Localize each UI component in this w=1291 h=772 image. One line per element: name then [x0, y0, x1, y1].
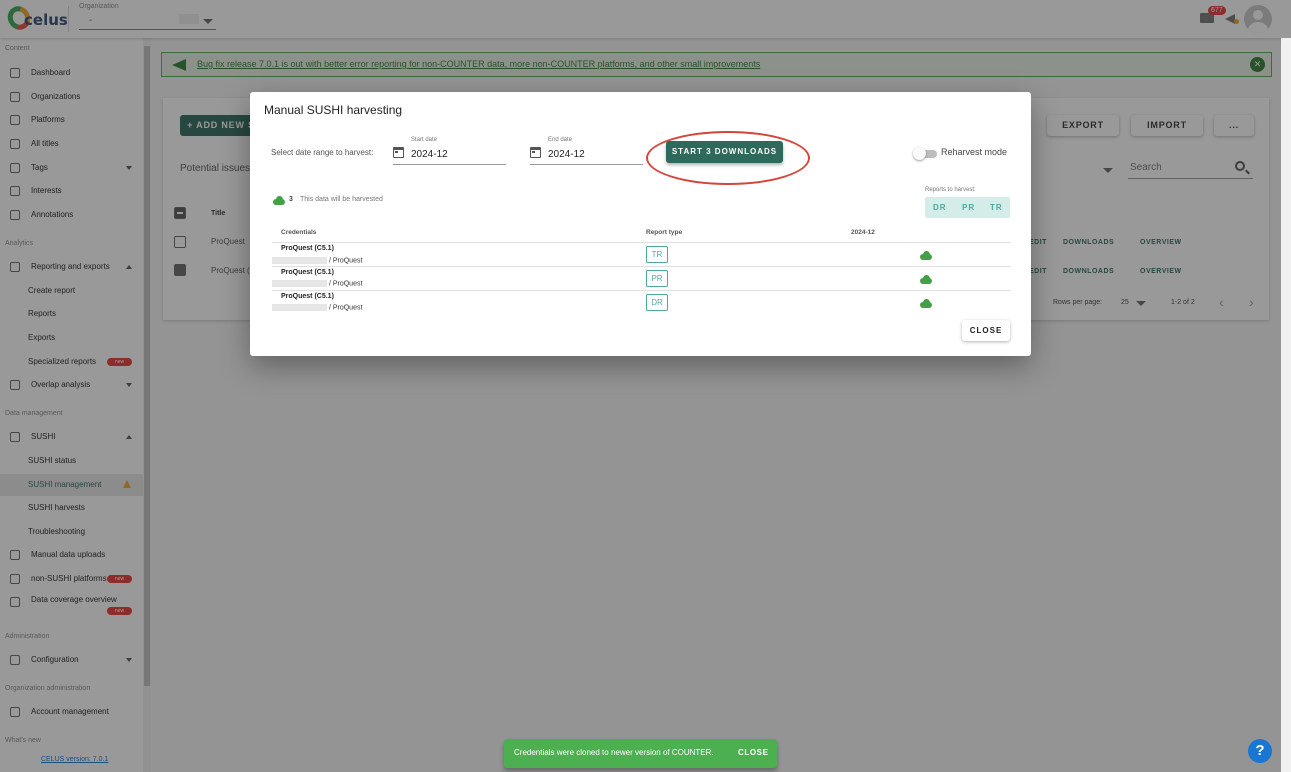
end-date-value[interactable]: 2024-12 [548, 149, 585, 160]
credential-platform: / ProQuest [328, 304, 363, 312]
harvest-count: 3 [289, 196, 293, 203]
credential-org: / ProQuest [272, 257, 362, 264]
start-date-label: Start date [411, 137, 438, 143]
manual-harvest-dialog: Manual SUSHI harvesting Select date rang… [250, 92, 1031, 356]
start-date-field[interactable]: Start date 2024-12 [393, 137, 506, 165]
cloud-download-icon [920, 299, 932, 308]
highlight-annotation [646, 131, 810, 185]
credential-platform: / ProQuest [328, 280, 363, 288]
redacted-block [272, 257, 327, 264]
dialog-close-button[interactable]: CLOSE [962, 320, 1010, 341]
cloud-download-icon [920, 275, 932, 284]
credential-name: ProQuest (C5.1) [281, 269, 334, 276]
table-divider [272, 290, 1010, 291]
report-type-badge: DR [646, 294, 668, 311]
start-date-value[interactable]: 2024-12 [411, 149, 448, 160]
end-date-label: End date [548, 137, 573, 143]
redacted-block [272, 304, 327, 311]
reharvest-label: Reharvest mode [941, 147, 1008, 157]
snackbar: Credentials were cloned to newer version… [504, 739, 777, 768]
report-toggle-pr[interactable]: PR [962, 203, 975, 212]
report-toggle-tr[interactable]: TR [990, 203, 1003, 212]
reharvest-toggle[interactable] [913, 147, 937, 160]
reports-to-harvest-label: Reports to harvest: [925, 187, 976, 193]
credential-org: / ProQuest [272, 280, 362, 287]
report-type-badge: PR [646, 270, 668, 287]
date-range-label: Select date range to harvest: [271, 148, 374, 157]
column-report-type: Report type [646, 229, 683, 236]
end-date-field[interactable]: End date 2024-12 [530, 137, 643, 165]
calendar-icon[interactable] [530, 147, 541, 158]
column-credentials: Credentials [281, 229, 317, 236]
report-toggle-dr[interactable]: DR [933, 203, 947, 212]
snackbar-close-button[interactable]: CLOSE [738, 748, 769, 757]
report-type-badge: TR [646, 246, 668, 263]
credential-org: / ProQuest [272, 304, 362, 311]
help-button[interactable]: ? [1248, 739, 1272, 763]
cloud-download-icon [273, 196, 285, 205]
cloud-download-icon [920, 251, 932, 260]
column-month: 2024-12 [851, 229, 875, 236]
snackbar-message: Credentials were cloned to newer version… [514, 748, 714, 757]
report-type-toggle-group: DR PR TR [925, 197, 1010, 218]
table-divider [272, 266, 1010, 267]
credential-platform: / ProQuest [328, 257, 363, 265]
harvest-info-text: This data will be harvested [300, 196, 383, 203]
toggle-thumb [913, 147, 926, 160]
credential-name: ProQuest (C5.1) [281, 245, 334, 252]
dialog-title: Manual SUSHI harvesting [264, 103, 403, 117]
table-divider [272, 242, 1010, 243]
calendar-icon[interactable] [393, 147, 404, 158]
credential-name: ProQuest (C5.1) [281, 293, 334, 300]
page-scrollbar[interactable] [1281, 38, 1291, 772]
redacted-block [272, 280, 327, 287]
